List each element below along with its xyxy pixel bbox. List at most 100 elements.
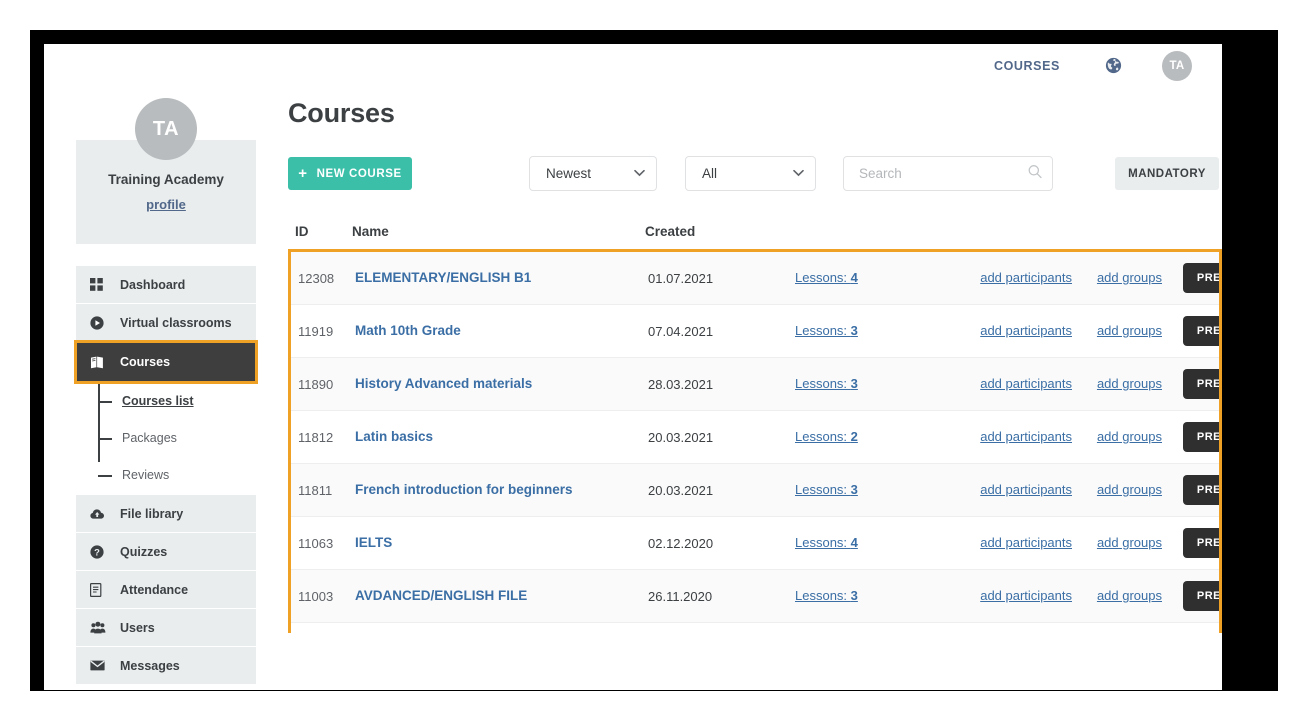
cell-add-groups: add groups bbox=[1072, 428, 1162, 446]
navbar-avatar[interactable]: TA bbox=[1162, 51, 1192, 81]
cell-preview: PREVIEW bbox=[1162, 263, 1222, 293]
cell-add-groups: add groups bbox=[1072, 322, 1162, 340]
add-groups-link[interactable]: add groups bbox=[1097, 588, 1162, 603]
cell-course-name: Math 10th Grade bbox=[355, 322, 648, 340]
lessons-count: 3 bbox=[851, 482, 858, 497]
lessons-count: 2 bbox=[851, 429, 858, 444]
sidebar-item-courses[interactable]: Courses bbox=[76, 342, 256, 382]
sidebar-item-file-library[interactable]: File library bbox=[76, 495, 256, 533]
filter-select-wrapper: All bbox=[657, 156, 816, 191]
profile-link[interactable]: profile bbox=[146, 197, 186, 212]
sidebar-item-attendance[interactable]: Attendance bbox=[76, 571, 256, 609]
preview-button[interactable]: PREVIEW bbox=[1183, 422, 1222, 452]
sidebar-item-label: Dashboard bbox=[120, 278, 185, 292]
sidebar-item-quizzes[interactable]: ? Quizzes bbox=[76, 533, 256, 571]
sidebar-item-virtual-classrooms[interactable]: Virtual classrooms bbox=[76, 304, 256, 342]
add-participants-link[interactable]: add participants bbox=[980, 323, 1072, 338]
cell-course-id: 12308 bbox=[298, 271, 355, 286]
sidebar-menu-upper: Dashboard Virtual classrooms bbox=[76, 266, 256, 382]
courses-table: 12308ELEMENTARY/ENGLISH B101.07.2021Less… bbox=[288, 249, 1222, 633]
preview-button[interactable]: PREVIEW bbox=[1183, 263, 1222, 293]
globe-icon[interactable] bbox=[1104, 57, 1122, 75]
sidebar-item-users[interactable]: Users bbox=[76, 609, 256, 647]
add-groups-link[interactable]: add groups bbox=[1097, 323, 1162, 338]
cell-course-name: History Advanced materials bbox=[355, 375, 648, 393]
cell-course-name: Latin basics bbox=[355, 428, 648, 446]
cell-preview: PREVIEW bbox=[1162, 422, 1222, 452]
svg-text:?: ? bbox=[94, 546, 100, 557]
cell-lessons: Lessons: 3 bbox=[795, 587, 950, 605]
lessons-link[interactable]: Lessons: 3 bbox=[795, 376, 858, 391]
cell-created-date: 28.03.2021 bbox=[648, 377, 795, 392]
cell-add-participants: add participants bbox=[950, 481, 1072, 499]
sidebar-item-label: Courses bbox=[120, 355, 170, 369]
cell-preview: PREVIEW bbox=[1162, 475, 1222, 505]
course-name-link[interactable]: IELTS bbox=[355, 535, 392, 550]
lessons-link[interactable]: Lessons: 3 bbox=[795, 588, 858, 603]
top-navbar: COURSES TA bbox=[44, 44, 1222, 87]
course-name-link[interactable]: French introduction for beginners bbox=[355, 482, 573, 497]
add-participants-link[interactable]: add participants bbox=[980, 270, 1072, 285]
cell-created-date: 20.03.2021 bbox=[648, 430, 795, 445]
cell-course-name: French introduction for beginners bbox=[355, 481, 648, 499]
add-groups-link[interactable]: add groups bbox=[1097, 429, 1162, 444]
cell-add-groups: add groups bbox=[1072, 481, 1162, 499]
lessons-count: 3 bbox=[851, 323, 858, 338]
cell-lessons: Lessons: 2 bbox=[795, 428, 950, 446]
sidebar-subitem-packages[interactable]: Packages bbox=[76, 419, 256, 456]
new-course-button[interactable]: + NEW COURSE bbox=[288, 157, 412, 190]
add-participants-link[interactable]: add participants bbox=[980, 535, 1072, 550]
preview-button[interactable]: PREVIEW bbox=[1183, 581, 1222, 611]
users-icon bbox=[90, 621, 112, 634]
add-groups-link[interactable]: add groups bbox=[1097, 535, 1162, 550]
add-participants-link[interactable]: add participants bbox=[980, 376, 1072, 391]
add-participants-link[interactable]: add participants bbox=[980, 482, 1072, 497]
add-groups-link[interactable]: add groups bbox=[1097, 482, 1162, 497]
search-field-wrapper bbox=[843, 156, 1053, 191]
table-row: 11063IELTS02.12.2020Lessons: 4add partic… bbox=[291, 517, 1219, 570]
add-groups-link[interactable]: add groups bbox=[1097, 270, 1162, 285]
document-icon bbox=[90, 583, 112, 597]
sidebar-item-messages[interactable]: Messages bbox=[76, 647, 256, 685]
table-row: 11919Math 10th Grade07.04.2021Lessons: 3… bbox=[291, 305, 1219, 358]
course-name-link[interactable]: AVDANCED/ENGLISH FILE bbox=[355, 588, 527, 603]
add-participants-link[interactable]: add participants bbox=[980, 588, 1072, 603]
preview-button[interactable]: PREVIEW bbox=[1183, 316, 1222, 346]
cell-course-name: IELTS bbox=[355, 534, 648, 552]
cell-add-participants: add participants bbox=[950, 534, 1072, 552]
lessons-count: 3 bbox=[851, 376, 858, 391]
lessons-link[interactable]: Lessons: 3 bbox=[795, 323, 858, 338]
sort-select[interactable]: Newest bbox=[529, 156, 657, 191]
lessons-link[interactable]: Lessons: 4 bbox=[795, 535, 858, 550]
sidebar-subitem-reviews[interactable]: Reviews bbox=[76, 456, 256, 493]
navbar-courses-link[interactable]: COURSES bbox=[994, 59, 1060, 73]
lessons-link[interactable]: Lessons: 2 bbox=[795, 429, 858, 444]
sidebar-subitem-courses-list[interactable]: Courses list bbox=[76, 382, 256, 419]
lessons-link[interactable]: Lessons: 4 bbox=[795, 270, 858, 285]
filter-select[interactable]: All bbox=[685, 156, 816, 191]
cell-preview: PREVIEW bbox=[1162, 528, 1222, 558]
cell-add-groups: add groups bbox=[1072, 534, 1162, 552]
sidebar: TA Training Academy profile Dashboard bbox=[76, 98, 256, 685]
cell-course-name: ELEMENTARY/ENGLISH B1 bbox=[355, 269, 648, 287]
preview-button[interactable]: PREVIEW bbox=[1183, 369, 1222, 399]
cell-add-groups: add groups bbox=[1072, 587, 1162, 605]
course-name-link[interactable]: ELEMENTARY/ENGLISH B1 bbox=[355, 270, 531, 285]
preview-button[interactable]: PREVIEW bbox=[1183, 475, 1222, 505]
sidebar-item-label: File library bbox=[120, 507, 183, 521]
course-name-link[interactable]: Latin basics bbox=[355, 429, 433, 444]
sidebar-item-label: Attendance bbox=[120, 583, 188, 597]
course-name-link[interactable]: Math 10th Grade bbox=[355, 323, 461, 338]
course-name-link[interactable]: History Advanced materials bbox=[355, 376, 532, 391]
add-participants-link[interactable]: add participants bbox=[980, 429, 1072, 444]
add-groups-link[interactable]: add groups bbox=[1097, 376, 1162, 391]
preview-button[interactable]: PREVIEW bbox=[1183, 528, 1222, 558]
search-input[interactable] bbox=[843, 156, 1053, 191]
cell-created-date: 07.04.2021 bbox=[648, 324, 795, 339]
lessons-prefix: Lessons: bbox=[795, 376, 851, 391]
cell-course-id: 11890 bbox=[298, 377, 355, 392]
table-row: 11890History Advanced materials 28.03.202… bbox=[291, 358, 1219, 411]
lessons-link[interactable]: Lessons: 3 bbox=[795, 482, 858, 497]
sidebar-item-dashboard[interactable]: Dashboard bbox=[76, 266, 256, 304]
mandatory-button[interactable]: MANDATORY bbox=[1115, 157, 1219, 190]
